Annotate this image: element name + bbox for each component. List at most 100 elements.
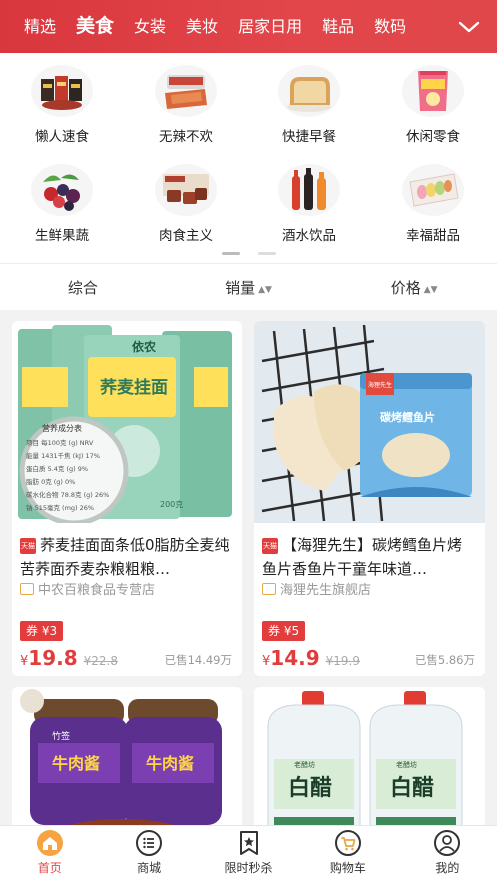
pack-label: 牛肉酱	[52, 754, 100, 773]
category-label: 幸福甜品	[406, 228, 460, 244]
svg-text:能量 1431千焦 (kJ) 17%: 能量 1431千焦 (kJ) 17%	[26, 451, 100, 460]
svg-text:项目 每100克 (g) NRV: 项目 每100克 (g) NRV	[26, 438, 94, 447]
pack-brand: 依农	[132, 339, 156, 354]
store-icon	[262, 583, 276, 595]
pack-brand: 竹签	[52, 730, 70, 742]
category-lingshi[interactable]: 休闲零食	[373, 65, 493, 145]
sort-bar: 综合 销量 ▲▼ 价格 ▲▼	[0, 263, 497, 310]
product-image: 碳烤鳕鱼片 海狸先生	[254, 321, 485, 523]
svg-text:脂肪 0克 (g) 0%: 脂肪 0克 (g) 0%	[26, 477, 75, 486]
sold-count: 已售5.86万	[414, 653, 475, 667]
pack-label: 荞麦挂面	[100, 377, 168, 398]
nav-label: 首页	[37, 861, 62, 875]
tab-nvzhuang[interactable]: 女装	[124, 0, 176, 53]
category-label: 懒人速食	[35, 129, 89, 145]
tab-meizhuang[interactable]: 美妆	[176, 0, 228, 53]
product-image: 营养成分表 项目 每100克 (g) NRV 能量 1431千焦 (kJ) 17…	[12, 321, 242, 523]
product-title[interactable]: 天猫 【海狸先生】碳烤鳕鱼片烤鱼片香鱼片干童年味道…	[262, 533, 476, 581]
nav-cart[interactable]: 购物车	[298, 826, 397, 883]
category-lanren[interactable]: 懒人速食	[2, 65, 122, 145]
page-dot-active	[221, 252, 240, 255]
sort-comprehensive[interactable]: 综合	[0, 277, 166, 298]
store-icon	[20, 583, 34, 595]
tab-jingxuan[interactable]: 精选	[0, 0, 66, 53]
category-jiushui[interactable]: 酒水饮品	[249, 164, 369, 244]
sort-price[interactable]: 价格 ▲▼	[331, 277, 497, 298]
category-label: 快捷早餐	[282, 129, 336, 145]
product-card[interactable]: 牛肉酱 牛肉酱 竹签	[12, 687, 242, 847]
price: ¥19.8 ¥22.8	[20, 646, 118, 670]
category-tianpin[interactable]: 幸福甜品	[373, 164, 493, 244]
chevron-down-icon	[458, 21, 480, 32]
bread-icon	[278, 65, 340, 117]
nav-mall[interactable]: 商城	[99, 826, 198, 883]
sort-arrows-icon: ▲▼	[423, 284, 438, 295]
coupon-badge[interactable]: 券 ¥5	[262, 621, 306, 641]
category-zaocan[interactable]: 快捷早餐	[249, 65, 369, 145]
home-icon	[36, 829, 64, 857]
nav-label: 购物车	[329, 861, 366, 875]
tmall-badge: 天猫	[20, 538, 36, 554]
product-card[interactable]: 营养成分表 项目 每100克 (g) NRV 能量 1431千焦 (kJ) 17…	[12, 321, 242, 676]
tab-shuma[interactable]: 数码	[364, 0, 416, 53]
category-tab-bar: 精选 美食 女装 美妆 居家日用 鞋品 数码	[0, 0, 497, 53]
list-icon	[135, 829, 163, 857]
pack-brand: 海狸先生	[368, 381, 392, 389]
macaron-icon	[402, 164, 464, 216]
expand-tabs-button[interactable]	[441, 0, 497, 53]
sold-count: 已售14.49万	[164, 653, 232, 667]
nav-label: 我的	[435, 861, 460, 875]
category-label: 酒水饮品	[282, 228, 336, 244]
coupon-badge[interactable]: 券 ¥3	[20, 621, 64, 641]
product-card[interactable]: 白醋 白醋 老醋坊 老醋坊	[254, 687, 485, 847]
sort-sales[interactable]: 销量 ▲▼	[166, 277, 332, 298]
meat-icon	[155, 164, 217, 216]
page-dot	[257, 252, 276, 255]
nutrition-header: 营养成分表	[42, 423, 82, 433]
pack-weight: 200克	[160, 500, 183, 509]
tab-xiepin[interactable]: 鞋品	[312, 0, 364, 53]
shop-name[interactable]: 中农百粮食品专营店	[20, 579, 155, 598]
nav-home[interactable]: 首页	[0, 826, 99, 883]
bottles-icon	[278, 164, 340, 216]
tab-jujia[interactable]: 居家日用	[228, 0, 312, 53]
pack-label: 碳烤鳕鱼片	[380, 410, 435, 424]
nav-flash-sale[interactable]: 限时秒杀	[199, 826, 298, 883]
category-wula[interactable]: 无辣不欢	[126, 65, 246, 145]
category-roushi[interactable]: 肉食主义	[126, 164, 246, 244]
category-label: 生鲜果蔬	[35, 228, 89, 244]
tmall-badge: 天猫	[262, 538, 278, 554]
svg-text:钠 515毫克 (mg) 26%: 钠 515毫克 (mg) 26%	[26, 503, 94, 512]
cart-icon	[334, 829, 362, 857]
svg-text:碳水化合物 78.8克 (g) 26%: 碳水化合物 78.8克 (g) 26%	[26, 490, 109, 499]
category-label: 休闲零食	[406, 129, 460, 145]
bottom-nav: 首页 商城 限时秒杀 购物车 我的	[0, 825, 497, 883]
product-title[interactable]: 天猫 荞麦挂面面条低0脂肪全麦纯苦荞面乔麦杂粮粗粮…	[20, 533, 234, 581]
category-guoshu[interactable]: 生鲜果蔬	[2, 164, 122, 244]
pack-label: 白醋	[288, 775, 332, 801]
svg-text:牛肉酱: 牛肉酱	[146, 754, 194, 773]
instant-food-icon	[31, 65, 93, 117]
sort-arrows-icon: ▲▼	[258, 284, 272, 295]
svg-text:老醋坊: 老醋坊	[396, 760, 417, 769]
nav-profile[interactable]: 我的	[398, 826, 497, 883]
price: ¥14.9 ¥19.9	[262, 646, 360, 670]
product-card[interactable]: 碳烤鳕鱼片 海狸先生 天猫 【海狸先生】碳烤鳕鱼片烤鱼片香鱼片干童年味道… 海狸先…	[254, 321, 485, 676]
product-image: 牛肉酱 牛肉酱 竹签	[12, 687, 242, 847]
original-price: ¥22.8	[83, 654, 118, 668]
category-label: 肉食主义	[159, 228, 213, 244]
berries-icon	[31, 164, 93, 216]
category-grid: 懒人速食 无辣不欢 快捷早餐 休闲零食 生鲜果蔬 肉食主义 酒水饮品 幸福甜品	[0, 53, 497, 263]
shop-name[interactable]: 海狸先生旗舰店	[262, 579, 371, 598]
pack-brand: 老醋坊	[294, 760, 315, 769]
svg-text:蛋白质 5.4克 (g) 9%: 蛋白质 5.4克 (g) 9%	[26, 464, 88, 473]
product-image: 白醋 白醋 老醋坊 老醋坊	[254, 687, 485, 847]
bookmark-star-icon	[235, 829, 263, 857]
spicy-meat-icon	[155, 65, 217, 117]
original-price: ¥19.9	[325, 654, 360, 668]
tab-meishi[interactable]: 美食	[66, 0, 124, 53]
snack-bag-icon	[402, 65, 464, 117]
user-icon	[433, 829, 461, 857]
page-indicator	[0, 252, 497, 255]
nav-label: 商城	[137, 861, 162, 875]
